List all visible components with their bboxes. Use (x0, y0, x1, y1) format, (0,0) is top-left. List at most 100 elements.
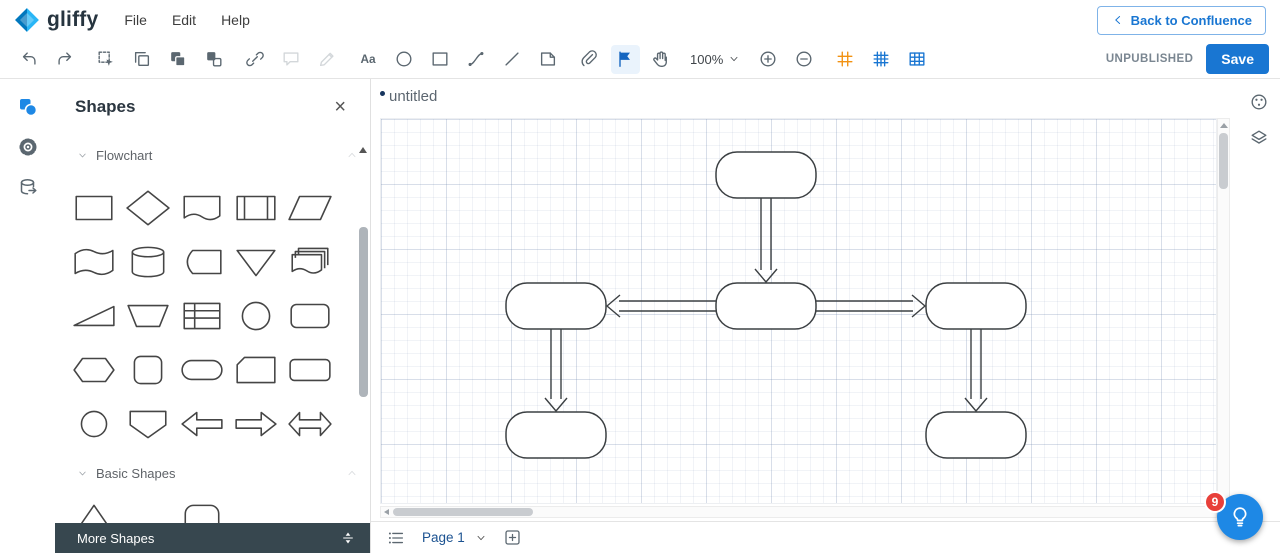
drawing-canvas[interactable] (380, 118, 1217, 504)
attach-icon[interactable] (575, 45, 604, 74)
connector-icon[interactable] (462, 45, 491, 74)
toolbar: Aa 100% UNPUBLISHED Save (0, 40, 1280, 79)
duplicate-icon[interactable] (128, 45, 157, 74)
page-selector[interactable]: Page 1 (422, 530, 487, 545)
pixel-grid-icon[interactable] (903, 45, 932, 74)
grid-icon[interactable] (867, 45, 896, 74)
ellipse-icon[interactable] (390, 45, 419, 74)
line-icon[interactable] (498, 45, 527, 74)
gliffy-logo[interactable]: gliffy (14, 7, 98, 33)
shape-parallelogram[interactable] (283, 181, 337, 235)
diagram-node-left[interactable] (506, 283, 606, 329)
canvas-region: untitled Page 1 9 (371, 79, 1280, 553)
diagram-edge-arrowhead[interactable] (607, 295, 620, 317)
add-page-button[interactable] (503, 528, 522, 547)
shape-rectangle[interactable] (67, 181, 121, 235)
vertical-scrollbar-thumb[interactable] (1219, 133, 1228, 189)
diagram-node-bottom-left[interactable] (506, 412, 606, 458)
menu-file[interactable]: File (124, 6, 147, 34)
chevron-down-icon (475, 532, 487, 544)
flag-icon[interactable] (611, 45, 640, 74)
section-caret-icon (77, 150, 88, 161)
menu-edit[interactable]: Edit (172, 6, 196, 34)
shape-triangle[interactable] (67, 491, 121, 523)
shape-hexagon[interactable] (67, 343, 121, 397)
shape-off-page-connector[interactable] (121, 397, 175, 451)
shape-connector-circle[interactable] (67, 397, 121, 451)
shape-document[interactable] (175, 181, 229, 235)
more-shapes-bar[interactable]: More Shapes (55, 523, 370, 553)
shape-icon[interactable] (534, 45, 563, 74)
diagram-node-right[interactable] (926, 283, 1026, 329)
shape-card[interactable] (229, 343, 283, 397)
shape-arrow-double[interactable] (283, 397, 337, 451)
zoom-dropdown[interactable]: 100% (690, 52, 740, 67)
shape-circle[interactable] (229, 289, 283, 343)
layers-icon[interactable] (1249, 128, 1269, 151)
export-rail-icon[interactable] (10, 169, 46, 205)
diagram-edge-arrowhead[interactable] (912, 295, 925, 317)
group-icon[interactable] (164, 45, 193, 74)
save-button[interactable]: Save (1206, 44, 1269, 74)
text-icon[interactable]: Aa (354, 45, 383, 74)
page-list-icon[interactable] (386, 528, 406, 548)
toolbar-group: Aa (350, 45, 566, 74)
shape-multi-document[interactable] (283, 235, 337, 289)
horizontal-scrollbar-thumb[interactable] (393, 508, 533, 516)
shape-cylinder[interactable] (121, 235, 175, 289)
theme-icon[interactable] (1249, 92, 1269, 115)
link-icon[interactable] (241, 45, 270, 74)
snap-grid-icon[interactable] (831, 45, 860, 74)
shape-alternate-process[interactable] (283, 343, 337, 397)
select-area-icon[interactable] (92, 45, 121, 74)
shapes-panel-title: Shapes (75, 97, 135, 117)
pan-icon[interactable] (647, 45, 676, 74)
panel-scrollbar-thumb[interactable] (359, 227, 368, 397)
shape-display[interactable] (67, 235, 121, 289)
settings-rail-icon[interactable] (10, 129, 46, 165)
shape-diamond[interactable] (121, 181, 175, 235)
shape-merge[interactable] (229, 235, 283, 289)
shape-manual-operation[interactable] (67, 289, 121, 343)
document-title[interactable]: untitled (380, 88, 437, 105)
rectangle-icon[interactable] (426, 45, 455, 74)
section-collapse-icon (346, 149, 358, 161)
top-bar: gliffy File Edit Help Back to Confluence (0, 0, 1280, 40)
ungroup-icon[interactable] (200, 45, 229, 74)
diagram-edge-arrowhead[interactable] (755, 269, 777, 282)
back-to-confluence-button[interactable]: Back to Confluence (1097, 6, 1266, 35)
shapes-rail-icon[interactable] (10, 89, 46, 125)
section-basic-shapes[interactable]: Basic Shapes (55, 459, 358, 487)
panel-scroll-up-arrow[interactable] (359, 147, 367, 153)
shape-terminator[interactable] (175, 343, 229, 397)
undo-icon[interactable] (15, 45, 44, 74)
grid-buttons (827, 45, 935, 74)
shape-trapezoid[interactable] (121, 289, 175, 343)
shape-arrow-right[interactable] (229, 397, 283, 451)
diagram-edge-arrowhead[interactable] (965, 398, 987, 411)
section-flowchart[interactable]: Flowchart (55, 141, 358, 169)
redo-icon[interactable] (51, 45, 80, 74)
shape-rounded-square-large[interactable] (175, 491, 229, 523)
zoom-in-icon[interactable] (754, 45, 783, 74)
shape-predefined-process[interactable] (229, 181, 283, 235)
shapes-panel: Shapes × Flowchart Basic Shapes More Sha… (55, 79, 371, 553)
shape-rounded-square[interactable] (121, 343, 175, 397)
menu-help[interactable]: Help (221, 6, 250, 34)
scroll-left-arrow[interactable] (384, 509, 389, 515)
diagram-edge-arrowhead[interactable] (545, 398, 567, 411)
notification-badge[interactable]: 9 (1204, 491, 1226, 513)
panel-scrollbar[interactable] (359, 157, 368, 519)
diagram-node-center[interactable] (716, 283, 816, 329)
horizontal-scrollbar[interactable] (380, 506, 1217, 518)
shape-delay[interactable] (175, 235, 229, 289)
diagram-node-bottom-right[interactable] (926, 412, 1026, 458)
zoom-out-icon[interactable] (790, 45, 819, 74)
shape-arrow-left[interactable] (175, 397, 229, 451)
shape-rounded-rectangle[interactable] (283, 289, 337, 343)
close-panel-button[interactable]: × (334, 97, 346, 117)
vertical-scrollbar[interactable] (1217, 118, 1230, 504)
shape-internal-storage[interactable] (175, 289, 229, 343)
scroll-up-arrow[interactable] (1220, 123, 1228, 128)
diagram-node-top[interactable] (716, 152, 816, 198)
